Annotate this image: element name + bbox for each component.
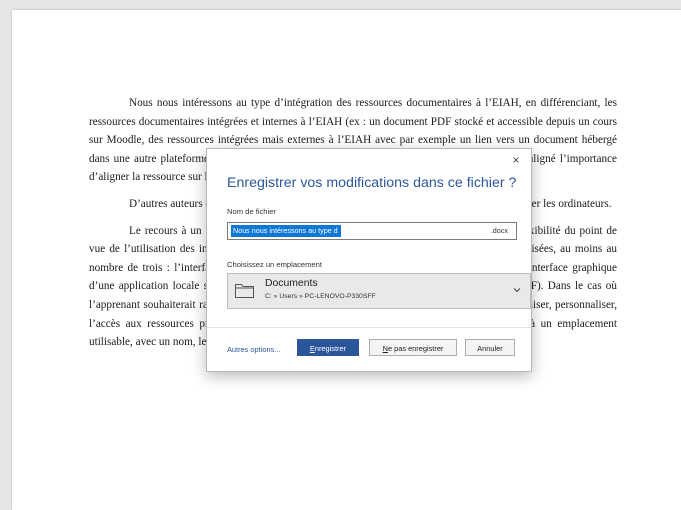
dont-save-button[interactable]: Ne pas enregistrer <box>369 339 457 356</box>
save-button[interactable]: Enregistrer <box>297 339 359 356</box>
document-workspace: Nous nous intéressons au type d’intégrat… <box>0 0 681 510</box>
filename-extension: .docx <box>490 226 508 235</box>
more-options-link[interactable]: Autres options... <box>227 345 280 354</box>
save-changes-dialog: × Enregistrer vos modifications dans ce … <box>206 148 532 372</box>
location-name: Documents <box>265 278 318 289</box>
location-dropdown[interactable]: Documents C: » Users » PC-LENOVO-P330SFF <box>227 273 531 309</box>
location-label: Choisissez un emplacement <box>227 260 322 269</box>
filename-value[interactable]: Nous nous intéressons au type d <box>231 225 341 237</box>
chevron-down-icon <box>513 288 521 293</box>
folder-icon <box>235 284 254 298</box>
close-icon[interactable]: × <box>509 153 523 167</box>
filename-label: Nom de fichier <box>227 207 276 216</box>
cancel-button[interactable]: Annuler <box>465 339 515 356</box>
location-path: C: » Users » PC-LENOVO-P330SFF <box>265 293 376 300</box>
dialog-title: Enregistrer vos modifications dans ce fi… <box>227 175 517 191</box>
filename-field[interactable]: Nous nous intéressons au type d .docx <box>227 222 517 240</box>
dialog-divider <box>207 327 531 328</box>
